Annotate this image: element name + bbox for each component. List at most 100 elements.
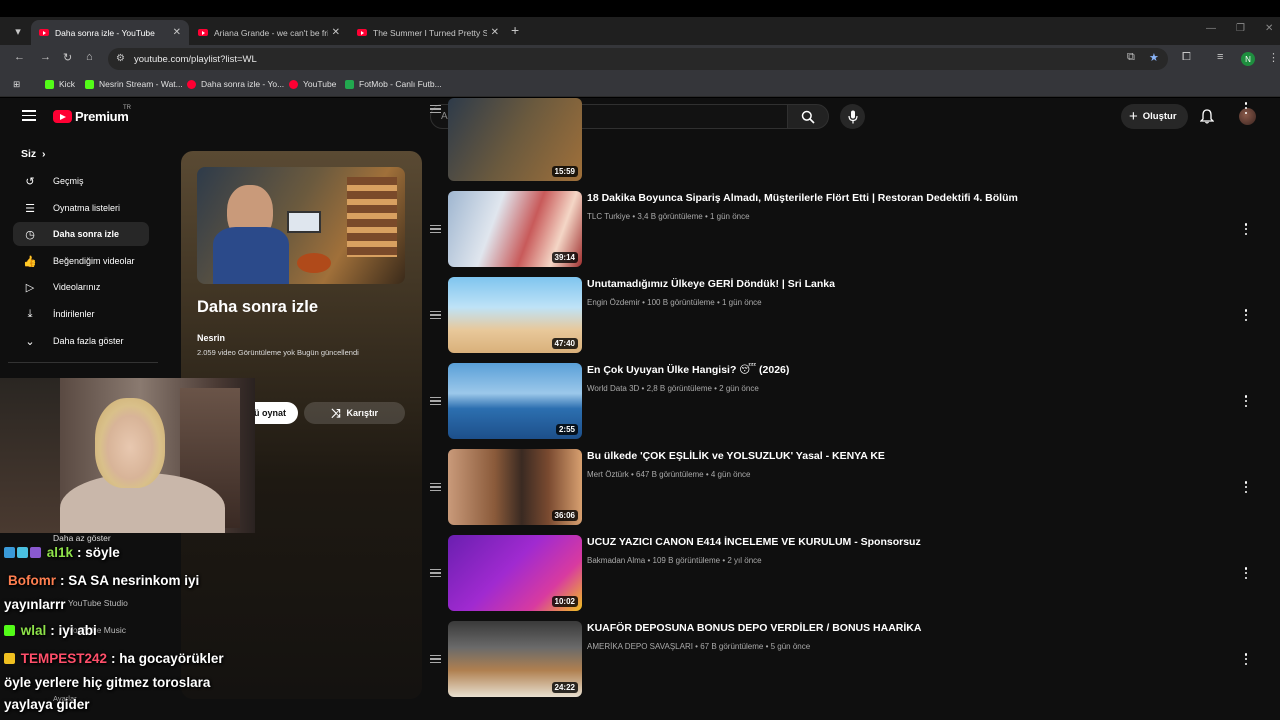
close-tab-icon[interactable]: ✕	[332, 27, 340, 38]
duration-badge: 15:59	[551, 166, 578, 177]
more-actions-icon[interactable]	[1244, 309, 1248, 321]
video-thumbnail[interactable]: 39:14	[448, 191, 582, 267]
more-actions-icon[interactable]	[1244, 102, 1248, 114]
browser-menu-icon[interactable]: ⋮	[1268, 51, 1279, 64]
tab-search-button[interactable]: ▾	[8, 21, 28, 41]
video-thumbnail[interactable]: 36:06	[448, 449, 582, 525]
drag-handle-icon[interactable]	[430, 483, 441, 491]
playlist-thumbnail[interactable]	[197, 167, 405, 284]
forward-icon[interactable]: →	[40, 51, 51, 63]
drag-handle-icon[interactable]	[430, 569, 441, 577]
bookmark-star-icon[interactable]: ★	[1149, 51, 1159, 64]
drag-handle-icon[interactable]	[430, 655, 441, 663]
video-meta: AMERİKA DEPO SAVAŞLARI • 67 B görüntülem…	[587, 642, 811, 651]
chat-message: wlal: iyi abi	[4, 623, 97, 638]
sidebar-divider	[8, 362, 158, 363]
drag-handle-icon[interactable]	[430, 311, 441, 319]
sidebar-item-downloads[interactable]: ⤓ İndirilenler	[13, 302, 149, 326]
video-title[interactable]: 18 Dakika Boyunca Sipariş Almadı, Müşter…	[587, 192, 1018, 204]
browser-tab-watch-later[interactable]: Daha sonra izle - YouTube ✕	[31, 20, 189, 45]
bookmark-nesrin-stream[interactable]: Nesrin Stream - Wat...	[85, 79, 183, 89]
maximize-icon[interactable]: ❐	[1236, 23, 1245, 34]
more-actions-icon[interactable]	[1244, 481, 1248, 493]
more-actions-icon[interactable]	[1244, 223, 1248, 235]
close-tab-icon[interactable]: ✕	[491, 27, 499, 38]
history-icon: ↺	[25, 175, 35, 188]
video-title[interactable]: KUAFÖR DEPOSUNA BONUS DEPO VERDİLER / BO…	[587, 622, 921, 634]
youtube-favicon-icon	[357, 29, 367, 36]
minimize-icon[interactable]: —	[1206, 23, 1216, 34]
browser-tab-ariana[interactable]: Ariana Grande - we can't be frie ✕	[190, 20, 348, 45]
sidebar-item-playlists[interactable]: ☰ Oynatma listeleri	[13, 196, 149, 220]
tab-title: Ariana Grande - we can't be frie	[214, 27, 328, 38]
shuffle-button[interactable]: ⤨ Karıştır	[304, 402, 405, 424]
install-app-icon[interactable]: ⧉	[1127, 51, 1135, 64]
apps-icon[interactable]: ⊞	[13, 79, 20, 90]
fotmob-icon	[345, 79, 354, 89]
video-thumbnail[interactable]: 47:40	[448, 277, 582, 353]
list-item[interactable]: 2:55 En Çok Uyuyan Ülke Hangisi? 😴 (2026…	[430, 363, 1260, 441]
video-thumbnail[interactable]: 2:55	[448, 363, 582, 439]
drag-handle-icon[interactable]	[430, 105, 441, 113]
chat-message: al1k: söyle	[4, 545, 120, 560]
more-actions-icon[interactable]	[1244, 567, 1248, 579]
youtube-play-icon	[53, 110, 72, 123]
duration-badge: 10:02	[551, 596, 578, 607]
duration-badge: 39:14	[551, 252, 578, 263]
playlist-owner[interactable]: Nesrin	[197, 333, 225, 343]
video-meta: Bakmadan Alma • 109 B görüntüleme • 2 yı…	[587, 556, 762, 565]
list-item[interactable]: 47:40 Unutamadığımız Ülkeye GERİ Döndük!…	[430, 277, 1260, 355]
drag-handle-icon[interactable]	[430, 225, 441, 233]
video-thumbnail[interactable]: 10:02	[448, 535, 582, 611]
new-tab-button[interactable]: +	[511, 22, 519, 38]
chat-message-continued: yayınlarrr	[4, 597, 66, 612]
list-item[interactable]: 36:06 Bu ülkede 'ÇOK EŞLİLİK ve YOLSUZLU…	[430, 449, 1260, 527]
video-title[interactable]: En Çok Uyuyan Ülke Hangisi? 😴 (2026)	[587, 364, 789, 376]
sidebar-item-watch-later[interactable]: ◷ Daha sonra izle	[13, 222, 149, 246]
list-item[interactable]: 15:59	[430, 98, 1260, 182]
bookmarks-bar: ⊞ Kick Nesrin Stream - Wat... Daha sonra…	[0, 73, 1280, 97]
reload-icon[interactable]: ↻	[63, 51, 72, 64]
list-item[interactable]: 24:22 KUAFÖR DEPOSUNA BONUS DEPO VERDİLE…	[430, 621, 1260, 699]
extensions-icon[interactable]: ⧠	[1182, 51, 1191, 64]
sidebar-item-show-less[interactable]: Daha az göster	[53, 533, 111, 543]
menu-icon[interactable]	[22, 110, 36, 121]
sidebar-item-history[interactable]: ↺ Geçmiş	[13, 169, 149, 193]
browser-tabstrip: ▾ Daha sonra izle - YouTube ✕ Ariana Gra…	[0, 17, 1280, 45]
browser-tab-summer[interactable]: The Summer I Turned Pretty S3 ✕	[349, 20, 507, 45]
video-thumbnail[interactable]: 15:59	[448, 98, 582, 181]
youtube-logo[interactable]: Premium TR	[53, 105, 131, 124]
more-actions-icon[interactable]	[1244, 395, 1248, 407]
close-tab-icon[interactable]: ✕	[173, 27, 181, 38]
video-thumbnail[interactable]: 24:22	[448, 621, 582, 697]
youtube-favicon-icon	[39, 29, 49, 36]
download-icon: ⤓	[27, 307, 33, 320]
back-icon[interactable]: ←	[14, 51, 25, 63]
sidebar-item-show-more[interactable]: ⌄ Daha fazla göster	[13, 329, 149, 353]
media-controls-icon[interactable]: ≡	[1217, 51, 1223, 63]
home-icon[interactable]: ⌂	[86, 51, 93, 63]
youtube-icon	[187, 79, 196, 89]
more-actions-icon[interactable]	[1244, 653, 1248, 665]
chat-message: Bofomr: SA SA nesrinkom iyi	[8, 573, 200, 588]
sidebar-section-you[interactable]: Siz ›	[21, 148, 46, 160]
video-title[interactable]: Bu ülkede 'ÇOK EŞLİLİK ve YOLSUZLUK' Yas…	[587, 450, 885, 462]
video-title[interactable]: UCUZ YAZICI CANON E414 İNCELEME VE KURUL…	[587, 536, 921, 548]
sidebar-item-studio[interactable]: YouTube Studio	[68, 598, 128, 608]
drag-handle-icon[interactable]	[430, 397, 441, 405]
sidebar-item-your-videos[interactable]: ▷ Videolarınız	[13, 275, 149, 299]
bookmark-youtube[interactable]: YouTube	[289, 79, 336, 89]
profile-avatar[interactable]: N	[1241, 52, 1255, 66]
bookmark-fotmob[interactable]: FotMob - Canlı Futb...	[345, 79, 442, 89]
sidebar-item-liked-videos[interactable]: 👍 Beğendiğim videolar	[13, 249, 149, 273]
video-title[interactable]: Unutamadığımız Ülkeye GERİ Döndük! | Sri…	[587, 278, 835, 290]
close-window-icon[interactable]: ✕	[1265, 23, 1273, 34]
list-item[interactable]: 10:02 UCUZ YAZICI CANON E414 İNCELEME VE…	[430, 535, 1260, 613]
bookmark-watch-later[interactable]: Daha sonra izle - Yo...	[187, 79, 284, 89]
address-bar[interactable]: ⚙ youtube.com/playlist?list=WL	[108, 48, 1168, 70]
bookmark-kick[interactable]: Kick	[45, 79, 75, 89]
list-item[interactable]: 39:14 18 Dakika Boyunca Sipariş Almadı, …	[430, 191, 1260, 269]
chevron-down-icon: ⌄	[25, 335, 35, 348]
site-info-icon[interactable]: ⚙	[116, 53, 125, 64]
video-meta: World Data 3D • 2,8 B görüntüleme • 2 gü…	[587, 384, 759, 393]
